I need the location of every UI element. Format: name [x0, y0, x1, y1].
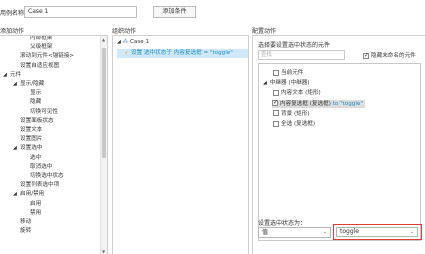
action-tree-item[interactable]: 切换选中状态 — [30, 172, 64, 180]
scroll-up-icon[interactable]: ▲ — [102, 37, 105, 42]
element-label: 内容复选框 (复选框) — [280, 100, 333, 107]
configure-action-panel: 选择要设置选中状态的元件 查找 隐藏未命名的元件 当前元件 ◢中继器 (中继器) 内… — [252, 35, 425, 254]
action-tree-item[interactable]: 设置列表选中项 — [20, 181, 59, 189]
action-tree-item[interactable]: 内部框架 — [30, 36, 52, 42]
action-tree-item[interactable]: 设置面板状态 — [20, 117, 54, 125]
case-name-label: 用例名称 — [0, 10, 25, 17]
expand-arrow-icon[interactable]: ◢ — [13, 144, 17, 152]
element-tree-item[interactable]: 全选 (复选框) — [273, 120, 317, 128]
action-tree-item[interactable]: 隐藏 — [30, 98, 41, 106]
element-checkbox[interactable] — [273, 89, 279, 96]
configure-action-header: 配置动作 — [252, 28, 277, 35]
state-value-select[interactable]: toggle ⌄ — [336, 227, 418, 237]
add-condition-button[interactable]: 添加条件 — [153, 6, 196, 18]
action-tree-item[interactable]: 滚动到元件<锚链接> — [20, 52, 74, 60]
case-name-input[interactable]: Case 1 — [24, 6, 137, 18]
scroll-down-icon[interactable]: ▼ — [102, 249, 105, 254]
action-tree-item[interactable]: 取消选中 — [30, 163, 52, 171]
element-tree: 当前元件 ◢中继器 (中继器) 内容文本 (矩形) 内容复选框 (复选框) to "t… — [258, 63, 421, 241]
element-value: to "toggle" — [332, 100, 363, 107]
element-label: 背景 (矩形) — [281, 110, 310, 117]
collapse-arrow-icon[interactable]: ◢ — [117, 39, 121, 45]
scroll-thumb[interactable] — [102, 48, 106, 158]
hide-unnamed-check-icon[interactable] — [363, 52, 369, 59]
case-node[interactable]: ◢ ⁂ Case 1 — [117, 39, 149, 45]
state-value-highlight: toggle ⌄ — [333, 224, 422, 240]
action-tree-item[interactable]: 设置自适应视图 — [20, 62, 59, 70]
element-checkbox[interactable] — [272, 99, 278, 107]
action-tree-panel: 内部框架 父级框架 滚动到元件<锚链接> 设置自适应视图 ◢ 元件 ◢ 显示/隐藏 显示 隐藏 切换… — [0, 35, 108, 254]
element-checkbox[interactable] — [273, 110, 279, 117]
action-item-label: 设置 选中状态于 内容复选框 = "toggle" — [131, 50, 233, 56]
element-label: 中继器 (中继器) — [269, 80, 310, 87]
expand-arrow-icon[interactable]: ◢ — [13, 80, 17, 88]
action-tree-item[interactable]: 禁用 — [30, 209, 41, 217]
element-tree-item[interactable]: 当前元件 — [273, 69, 305, 77]
element-tree-item[interactable]: ◢ 中继器 (中继器) — [263, 79, 312, 87]
action-tree-item[interactable]: 设置文本 — [20, 126, 42, 134]
state-type-value: 值 — [262, 229, 269, 236]
action-tree-item[interactable]: 父级框架 — [30, 43, 52, 51]
organize-action-panel: ◢ ⁂ Case 1 ⚡ 设置 选中状态于 内容复选框 = "toggle" — [112, 35, 249, 254]
action-tree-item[interactable]: 旋转 — [20, 227, 31, 235]
select-element-label: 选择要设置选中状态的元件 — [258, 42, 331, 49]
state-value-text: toggle — [340, 228, 359, 235]
expand-arrow-icon[interactable]: ◢ — [263, 80, 267, 86]
lightning-icon: ⚡ — [124, 50, 129, 57]
action-tree-item[interactable]: 启用/禁用 — [20, 190, 44, 198]
element-label: 当前元件 — [281, 70, 304, 76]
case-icon: ⁂ — [122, 39, 129, 45]
element-tree-item[interactable]: 背景 (矩形) — [273, 110, 312, 118]
action-tree-item[interactable]: 元件 — [10, 71, 21, 79]
element-label: 全选 (复选框) — [281, 121, 316, 127]
action-tree-item[interactable]: 设置图片 — [20, 135, 42, 143]
organize-action-header: 组织动作 — [112, 28, 137, 35]
case-name-row: 用例名称 Case 1 添加条件 — [0, 6, 425, 18]
hide-unnamed-checkbox[interactable]: 隐藏未命名的元件 — [363, 51, 416, 59]
action-tree-item[interactable]: 显示 — [30, 89, 41, 97]
action-tree-item[interactable]: 切换可见性 — [30, 108, 58, 116]
action-tree-item[interactable]: 移动 — [20, 218, 31, 226]
action-tree-item[interactable]: 设置选中 — [20, 144, 42, 152]
element-label: 内容文本 (矩形) — [281, 90, 321, 97]
set-state-label: 设置选中状态为： — [258, 220, 307, 227]
action-tree-item[interactable]: 选中 — [30, 154, 41, 162]
hide-unnamed-label: 隐藏未命名的元件 — [371, 53, 416, 59]
state-type-select[interactable]: 值 ⌄ — [258, 227, 331, 238]
element-checkbox[interactable] — [273, 120, 279, 127]
element-tree-item[interactable]: 内容复选框 (复选框) to "toggle" — [272, 99, 365, 108]
element-checkbox[interactable] — [273, 69, 279, 76]
element-tree-item[interactable]: 内容文本 (矩形) — [273, 89, 323, 97]
action-tree-scrollbar[interactable]: ▲ ▼ — [100, 36, 107, 254]
chevron-down-icon[interactable]: ⌄ — [323, 228, 327, 237]
add-action-header: 添加动作 — [0, 28, 25, 35]
action-item-set-checked[interactable]: ⚡ 设置 选中状态于 内容复选框 = "toggle" — [117, 49, 248, 58]
chevron-down-icon[interactable]: ⌄ — [410, 228, 414, 236]
filter-input[interactable]: 查找 — [258, 50, 345, 60]
action-tree-item[interactable]: 显示/隐藏 — [20, 80, 44, 88]
case-node-label: Case 1 — [130, 39, 150, 45]
expand-arrow-icon[interactable]: ◢ — [13, 190, 17, 198]
expand-arrow-icon[interactable]: ◢ — [3, 71, 7, 79]
action-tree-item[interactable]: 启用 — [30, 200, 41, 208]
